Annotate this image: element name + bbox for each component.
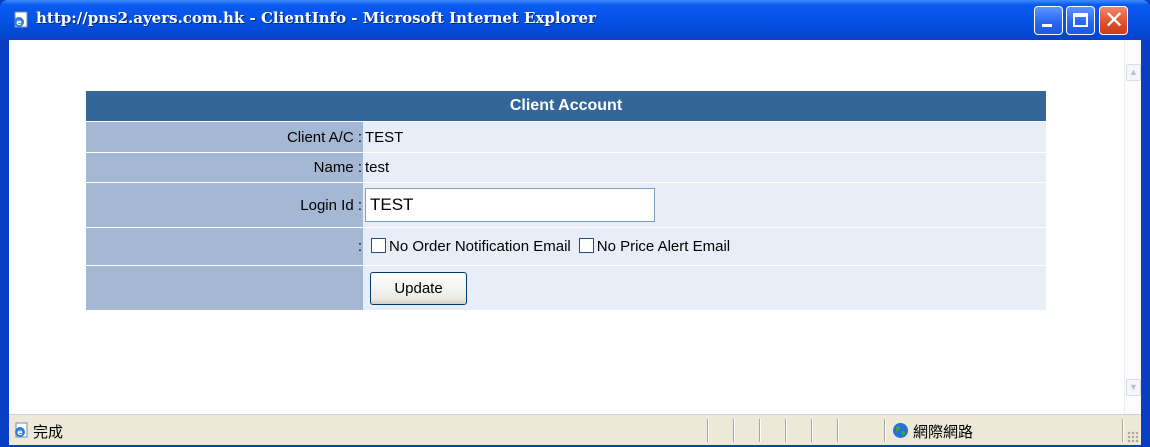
browser-window: e http://pns2.ayers.com.hk - ClientInfo …: [0, 0, 1150, 447]
status-divider: [785, 419, 787, 442]
close-button[interactable]: ✕: [1099, 6, 1128, 35]
page-content: Client Account Client A/C : TEST Name : …: [9, 40, 1141, 414]
title-bar[interactable]: e http://pns2.ayers.com.hk - ClientInfo …: [0, 0, 1150, 40]
ie-page-icon: e: [15, 422, 28, 438]
client-ac-label: Client A/C :: [86, 122, 363, 152]
table-row: Name : test: [86, 153, 1046, 182]
scroll-down-icon[interactable]: ▼: [1126, 379, 1141, 396]
zone-text: 網際網路: [913, 423, 974, 441]
table-row: Login Id :: [86, 183, 1046, 227]
svg-text:e: e: [16, 18, 22, 27]
status-divider: [733, 419, 735, 442]
status-divider: [837, 419, 839, 442]
status-text: 完成: [33, 423, 64, 441]
no-order-email-checkbox[interactable]: [371, 238, 386, 253]
status-bar: e 完成 網際網路: [9, 414, 1141, 445]
vertical-scrollbar[interactable]: ▲ ▼: [1124, 40, 1141, 414]
no-order-email-label[interactable]: No Order Notification Email: [389, 238, 571, 255]
window-title: http://pns2.ayers.com.hk - ClientInfo - …: [36, 9, 596, 27]
resize-grip-icon[interactable]: [1127, 431, 1139, 443]
name-label: Name :: [86, 153, 363, 182]
maximize-icon: [1073, 13, 1088, 27]
minimize-button[interactable]: [1034, 6, 1063, 35]
scroll-up-icon[interactable]: ▲: [1126, 64, 1141, 81]
update-cell: Update: [363, 266, 1046, 310]
minimize-icon: [1042, 24, 1052, 27]
no-price-alert-label[interactable]: No Price Alert Email: [597, 238, 730, 255]
svg-text:e: e: [17, 428, 23, 437]
login-id-input[interactable]: [365, 188, 655, 222]
options-label: :: [86, 228, 363, 265]
table-row: : No Order Notification Email No Price Al…: [86, 228, 1046, 265]
table-row: Client A/C : TEST: [86, 122, 1046, 152]
client-account-table: Client Account Client A/C : TEST Name : …: [86, 90, 1046, 311]
client-ac-value: TEST: [363, 122, 1046, 152]
close-icon: ✕: [1103, 6, 1125, 34]
client-account-heading: Client Account: [86, 91, 1046, 121]
login-id-label: Login Id :: [86, 183, 363, 227]
ie-page-icon: e: [14, 11, 28, 28]
name-value: test: [363, 153, 1046, 182]
update-button[interactable]: Update: [370, 271, 467, 305]
login-id-cell: [363, 183, 1046, 227]
table-row: Update: [86, 266, 1046, 310]
empty-label: [86, 266, 363, 310]
maximize-button[interactable]: [1066, 6, 1095, 35]
globe-icon: [893, 423, 908, 438]
options-cell: No Order Notification Email No Price Aler…: [363, 228, 1046, 265]
status-divider: [811, 419, 813, 442]
status-divider: [759, 419, 761, 442]
status-divider: [707, 419, 709, 442]
status-divider: [1122, 419, 1124, 442]
status-divider: [884, 419, 886, 442]
no-price-alert-checkbox[interactable]: [578, 238, 594, 253]
